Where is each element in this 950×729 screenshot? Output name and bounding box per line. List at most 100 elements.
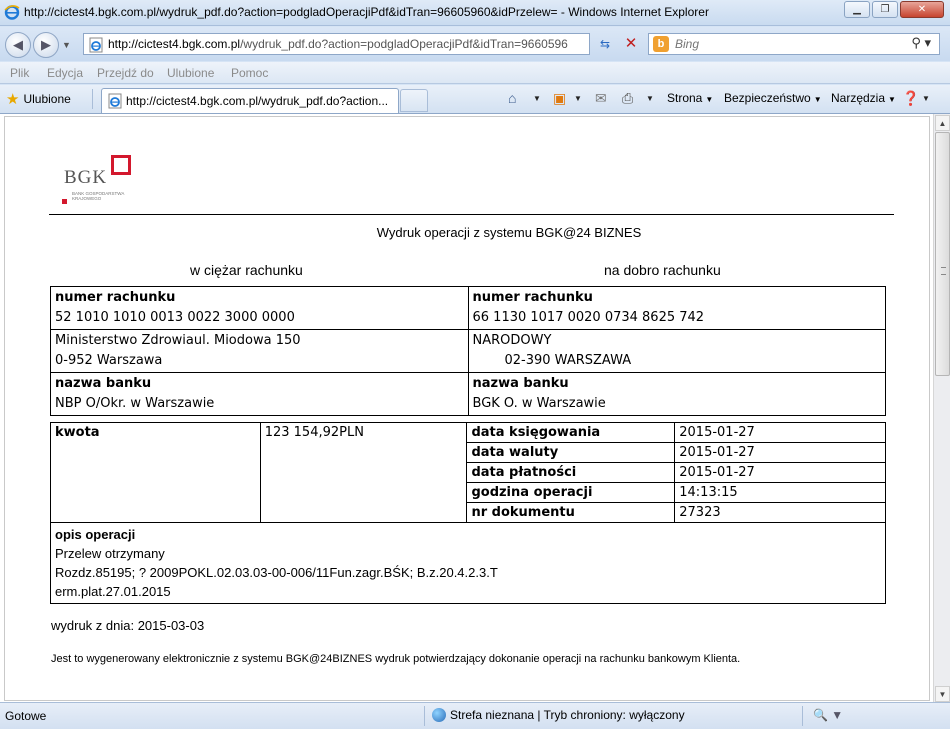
logo-square — [111, 155, 131, 175]
logo-text: BGK — [64, 167, 108, 188]
minimize-button[interactable]: ▁ — [844, 1, 870, 18]
chevron-down-icon: ▼ — [888, 95, 896, 104]
credit-account-number: 66 1130 1017 0020 0734 8625 742 — [472, 310, 705, 325]
description-label: opis operacji — [55, 527, 136, 542]
amount-value: 123 154,92PLN — [259, 422, 468, 523]
url-host: http://cictest4.bgk.com.pl — [108, 37, 241, 51]
description-cell: opis operacji Przelew otrzymany Rozdz.85… — [50, 522, 886, 604]
credit-bank-cell: nazwa banku BGK O. w Warszawie — [467, 372, 886, 416]
footnote: Jest to wygenerowany elektronicznie z sy… — [51, 653, 741, 665]
debit-account-label: numer rachunku — [55, 290, 176, 305]
favorites-label: Ulubione — [23, 92, 71, 106]
debit-account-cell: numer rachunku 52 1010 1010 0013 0022 30… — [50, 286, 469, 330]
address-url[interactable]: http://cictest4.bgk.com.pl/wydruk_pdf.do… — [108, 37, 586, 51]
print-date: wydruk z dnia: 2015-03-03 — [51, 618, 205, 633]
close-window-button[interactable]: ✕ — [900, 1, 944, 18]
description-line3: erm.plat.27.01.2015 — [55, 584, 171, 599]
back-button[interactable]: ◀ — [5, 32, 31, 58]
booking-date-label: data księgowania — [466, 422, 676, 443]
table-row: kwota 123 154,92PLN data księgowania 201… — [50, 422, 886, 523]
debit-bank-label: nazwa banku — [55, 376, 152, 391]
security-zone[interactable]: Strefa nieznana | Tryb chroniony: wyłącz… — [432, 708, 685, 722]
vertical-scrollbar[interactable]: ▲ ▼ — [933, 114, 950, 703]
globe-icon — [432, 708, 446, 722]
value-date-label: data waluty — [466, 442, 676, 463]
description-line1: Przelew otrzymany — [55, 546, 165, 561]
status-text: Gotowe — [5, 709, 47, 723]
document-title: Wydruk operacji z systemu BGK@24 BIZNES — [376, 225, 642, 240]
menu-przejdz[interactable]: Przejdź do — [97, 66, 154, 80]
print-dropdown-icon[interactable]: ▼ — [646, 94, 654, 103]
scroll-down-button[interactable]: ▼ — [935, 686, 950, 702]
divider — [49, 214, 894, 215]
debit-bank-name: NBP O/Okr. w Warszawie — [55, 396, 215, 411]
print-icon[interactable]: ⎙ — [622, 90, 633, 107]
debit-bank-cell: nazwa banku NBP O/Okr. w Warszawie — [50, 372, 469, 416]
window-controls: ▁ ❐ ✕ — [844, 1, 944, 18]
bgk-logo: BGK BANK GOSPODARSTWA KRAJOWEGO — [60, 155, 140, 210]
home-icon[interactable]: ⌂ — [508, 90, 516, 106]
search-input[interactable] — [675, 36, 905, 52]
page-menu-label: Strona — [667, 91, 703, 105]
home-dropdown-icon[interactable]: ▼ — [533, 94, 541, 103]
stop-icon[interactable]: ✕ — [620, 33, 642, 55]
forward-button[interactable]: ▶ — [33, 32, 59, 58]
divider — [92, 89, 93, 109]
new-tab-button[interactable] — [400, 89, 428, 112]
menu-plik[interactable]: Plik — [10, 66, 29, 80]
address-bar[interactable]: http://cictest4.bgk.com.pl/wydruk_pdf.do… — [83, 33, 590, 55]
debit-account-number: 52 1010 1010 0013 0022 3000 0000 — [55, 310, 295, 325]
star-icon: ★ — [6, 91, 20, 108]
scrollbar-thumb[interactable] — [935, 132, 950, 376]
credit-name-cell: NARODOWY 02-390 WARSZAWA — [467, 329, 886, 373]
credit-name-line2: 02-390 WARSZAWA — [504, 353, 632, 368]
tab-active[interactable]: http://cictest4.bgk.com.pl/wydruk_pdf.do… — [101, 88, 399, 113]
debit-header: w ciężar rachunku — [190, 262, 303, 278]
help-icon[interactable]: ❓ — [902, 90, 919, 107]
scroll-up-button[interactable]: ▲ — [935, 115, 950, 131]
document-number-label: nr dokumentu — [466, 502, 676, 523]
credit-bank-label: nazwa banku — [472, 376, 569, 391]
maximize-button[interactable]: ❐ — [872, 1, 898, 18]
document-number-value: 27323 — [674, 502, 886, 523]
chevron-down-icon: ▼ — [813, 95, 822, 104]
payment-date-label: data płatności — [466, 462, 676, 483]
favorites-button[interactable]: ★ Ulubione — [6, 89, 71, 109]
debit-name-line2: 0-952 Warszawa — [55, 353, 163, 368]
credit-bank-name: BGK O. w Warszawie — [472, 396, 606, 411]
feeds-icon[interactable]: ▣ — [553, 90, 566, 107]
search-box[interactable]: b ⚲ ▾ — [648, 33, 940, 55]
grip-icon — [941, 267, 946, 275]
help-dropdown-icon[interactable]: ▼ — [922, 94, 930, 103]
safety-menu[interactable]: Bezpieczeństwo ▼ — [724, 91, 822, 105]
status-bar: Gotowe Strefa nieznana | Tryb chroniony:… — [0, 702, 950, 729]
mail-icon[interactable]: ✉ — [595, 90, 607, 107]
navigation-bar: ◀ ▶ ▼ http://cictest4.bgk.com.pl/wydruk_… — [0, 27, 950, 61]
favorites-bar: ★ Ulubione http://cictest4.bgk.com.pl/wy… — [0, 85, 950, 113]
ie-logo-icon — [4, 5, 20, 20]
table-row: numer rachunku 52 1010 1010 0013 0022 30… — [50, 286, 886, 330]
menu-ulubione[interactable]: Ulubione — [167, 66, 214, 80]
url-path: /wydruk_pdf.do?action=podgladOperacjiPdf… — [240, 37, 568, 51]
menu-edycja[interactable]: Edycja — [47, 66, 83, 80]
operation-time-value: 14:13:15 — [674, 482, 886, 503]
page-menu[interactable]: Strona ▼ — [667, 91, 713, 105]
amount-label: kwota — [50, 422, 261, 523]
recent-pages-dropdown-icon[interactable]: ▼ — [62, 40, 71, 50]
refresh-icon[interactable]: ⇆ — [594, 33, 616, 55]
zoom-control[interactable]: 🔍 ▼ — [813, 708, 843, 722]
window-title: http://cictest4.bgk.com.pl/wydruk_pdf.do… — [24, 5, 709, 19]
tools-menu[interactable]: Narzędzia ▼ — [831, 91, 896, 105]
content-area: BGK BANK GOSPODARSTWA KRAJOWEGO Wydruk o… — [0, 113, 950, 703]
credit-account-cell: numer rachunku 66 1130 1017 0020 0734 86… — [467, 286, 886, 330]
tools-menu-label: Narzędzia — [831, 91, 886, 105]
credit-header: na dobro rachunku — [604, 262, 721, 278]
operation-time-label: godzina operacji — [466, 482, 676, 503]
safety-menu-label: Bezpieczeństwo — [724, 91, 811, 105]
accounts-table: numer rachunku 52 1010 1010 0013 0022 30… — [50, 286, 886, 416]
feeds-dropdown-icon[interactable]: ▼ — [574, 94, 582, 103]
search-icon[interactable]: ⚲ ▾ — [911, 35, 931, 51]
menu-pomoc[interactable]: Pomoc — [231, 66, 268, 80]
page-ie-icon — [108, 93, 122, 109]
table-row: opis operacji Przelew otrzymany Rozdz.85… — [50, 522, 886, 604]
